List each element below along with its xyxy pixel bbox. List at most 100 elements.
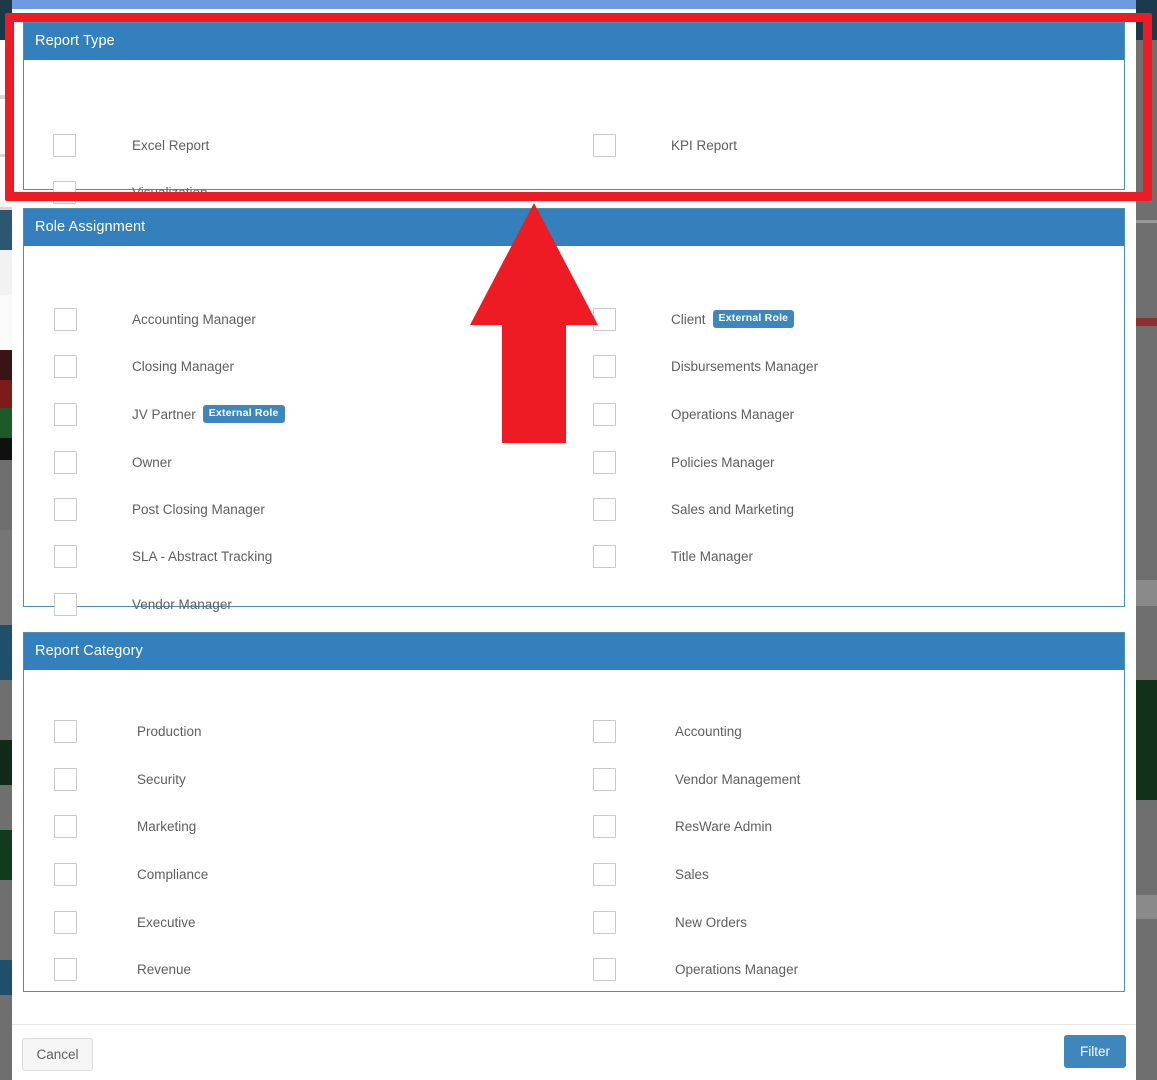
modal-footer: Cancel Filter: [12, 1024, 1136, 1080]
checkbox-title-manager[interactable]: [593, 545, 616, 568]
checkbox-closing-manager[interactable]: [54, 355, 77, 378]
checkbox-row-executive[interactable]: Executive: [54, 910, 196, 934]
panel-report-type-title: Report Type: [24, 23, 1124, 60]
checkbox-sla-abstract-tracking[interactable]: [54, 545, 77, 568]
checkbox-operations-manager[interactable]: [593, 403, 616, 426]
checkbox-label-compliance: Compliance: [137, 867, 208, 882]
checkbox-new-orders[interactable]: [593, 911, 616, 934]
checkbox-row-compliance[interactable]: Compliance: [54, 862, 208, 886]
bg-fragment: [1135, 40, 1157, 220]
panel-report-category-title: Report Category: [24, 633, 1124, 670]
checkbox-label-vendor-manager: Vendor Manager: [132, 597, 232, 612]
checkbox-label-marketing: Marketing: [137, 819, 196, 834]
filter-button[interactable]: Filter: [1064, 1035, 1126, 1068]
checkbox-sales[interactable]: [593, 863, 616, 886]
checkbox-jv-partner[interactable]: [54, 403, 77, 426]
filter-reports-modal: Report Type Excel Report Visualization K…: [12, 0, 1136, 1080]
panel-role-assignment-title: Role Assignment: [24, 209, 1124, 246]
checkbox-accounting[interactable]: [593, 720, 616, 743]
checkbox-kpi-report[interactable]: [593, 134, 616, 157]
cancel-button[interactable]: Cancel: [22, 1038, 93, 1071]
checkbox-row-kpi-report[interactable]: KPI Report: [593, 133, 737, 157]
checkbox-label-disbursements-manager: Disbursements Manager: [671, 359, 818, 374]
checkbox-row-sales-and-marketing[interactable]: Sales and Marketing: [593, 497, 794, 521]
checkbox-executive[interactable]: [54, 911, 77, 934]
bg-fragment: [1135, 800, 1157, 895]
checkbox-production[interactable]: [54, 720, 77, 743]
checkbox-compliance[interactable]: [54, 863, 77, 886]
checkbox-row-marketing[interactable]: Marketing: [54, 814, 196, 838]
checkbox-resware-admin[interactable]: [593, 815, 616, 838]
checkbox-row-owner[interactable]: Owner: [54, 450, 172, 474]
checkbox-label-production: Production: [137, 724, 202, 739]
checkbox-row-jv-partner[interactable]: JV Partner External Role: [54, 402, 285, 426]
checkbox-row-operations-manager-category[interactable]: Operations Manager: [593, 957, 798, 981]
panel-role-assignment-body: Accounting Manager Closing Manager JV Pa…: [24, 246, 1124, 606]
checkbox-vendor-management[interactable]: [593, 768, 616, 791]
checkbox-label-jv-partner: JV Partner External Role: [132, 405, 285, 423]
checkbox-row-visualization[interactable]: Visualization: [53, 180, 208, 204]
checkbox-marketing[interactable]: [54, 815, 77, 838]
checkbox-vendor-manager[interactable]: [54, 593, 77, 616]
checkbox-label-security: Security: [137, 772, 186, 787]
checkbox-row-new-orders[interactable]: New Orders: [593, 910, 747, 934]
checkbox-row-revenue[interactable]: Revenue: [54, 957, 191, 981]
checkbox-policies-manager[interactable]: [593, 451, 616, 474]
checkbox-label-excel-report: Excel Report: [132, 138, 209, 153]
background-page-right-sliver: [1135, 0, 1157, 1080]
checkbox-label-owner: Owner: [132, 455, 172, 470]
checkbox-label-accounting: Accounting: [675, 724, 742, 739]
checkbox-disbursements-manager[interactable]: [593, 355, 616, 378]
checkbox-post-closing-manager[interactable]: [54, 498, 77, 521]
checkbox-label-accounting-manager: Accounting Manager: [132, 312, 256, 327]
checkbox-row-operations-manager[interactable]: Operations Manager: [593, 402, 794, 426]
bg-fragment: [1135, 326, 1157, 580]
checkbox-row-resware-admin[interactable]: ResWare Admin: [593, 814, 772, 838]
bg-fragment: [1135, 606, 1157, 680]
checkbox-visualization[interactable]: [53, 181, 76, 204]
checkbox-label-sales: Sales: [675, 867, 709, 882]
checkbox-accounting-manager[interactable]: [54, 308, 77, 331]
bg-fragment: [1135, 895, 1157, 919]
checkbox-row-title-manager[interactable]: Title Manager: [593, 544, 753, 568]
checkbox-row-security[interactable]: Security: [54, 767, 186, 791]
panel-role-assignment: Role Assignment Accounting Manager Closi…: [23, 208, 1125, 607]
checkbox-client[interactable]: [593, 308, 616, 331]
checkbox-row-sla-abstract-tracking[interactable]: SLA - Abstract Tracking: [54, 544, 272, 568]
checkbox-row-vendor-manager[interactable]: Vendor Manager: [54, 592, 232, 616]
checkbox-row-excel-report[interactable]: Excel Report: [53, 133, 209, 157]
checkbox-owner[interactable]: [54, 451, 77, 474]
checkbox-revenue[interactable]: [54, 958, 77, 981]
checkbox-sales-and-marketing[interactable]: [593, 498, 616, 521]
checkbox-label-closing-manager: Closing Manager: [132, 359, 234, 374]
checkbox-row-accounting-manager[interactable]: Accounting Manager: [54, 307, 256, 331]
checkbox-label-visualization: Visualization: [132, 185, 208, 200]
checkbox-label-operations-manager-category: Operations Manager: [675, 962, 798, 977]
checkbox-row-closing-manager[interactable]: Closing Manager: [54, 354, 234, 378]
checkbox-label-policies-manager: Policies Manager: [671, 455, 775, 470]
bg-fragment: [1135, 223, 1157, 318]
checkbox-label-resware-admin: ResWare Admin: [675, 819, 772, 834]
checkbox-label-post-closing-manager: Post Closing Manager: [132, 502, 265, 517]
checkbox-excel-report[interactable]: [53, 134, 76, 157]
checkbox-label-title-manager: Title Manager: [671, 549, 753, 564]
bg-fragment: [1135, 0, 1157, 40]
checkbox-row-production[interactable]: Production: [54, 719, 202, 743]
checkbox-label-client: Client External Role: [671, 310, 794, 328]
checkbox-row-sales[interactable]: Sales: [593, 862, 709, 886]
checkbox-row-accounting[interactable]: Accounting: [593, 719, 742, 743]
modal-top-bar: [12, 0, 1136, 9]
checkbox-label-revenue: Revenue: [137, 962, 191, 977]
checkbox-operations-manager-category[interactable]: [593, 958, 616, 981]
panel-report-type: Report Type Excel Report Visualization K…: [23, 22, 1125, 190]
checkbox-row-policies-manager[interactable]: Policies Manager: [593, 450, 775, 474]
checkbox-row-disbursements-manager[interactable]: Disbursements Manager: [593, 354, 818, 378]
checkbox-row-post-closing-manager[interactable]: Post Closing Manager: [54, 497, 265, 521]
checkbox-label-executive: Executive: [137, 915, 196, 930]
checkbox-label-sales-and-marketing: Sales and Marketing: [671, 502, 794, 517]
checkbox-row-vendor-management[interactable]: Vendor Management: [593, 767, 800, 791]
checkbox-label-vendor-management: Vendor Management: [675, 772, 800, 787]
checkbox-security[interactable]: [54, 768, 77, 791]
checkbox-row-client[interactable]: Client External Role: [593, 307, 794, 331]
checkbox-label-sla-abstract-tracking: SLA - Abstract Tracking: [132, 549, 272, 564]
